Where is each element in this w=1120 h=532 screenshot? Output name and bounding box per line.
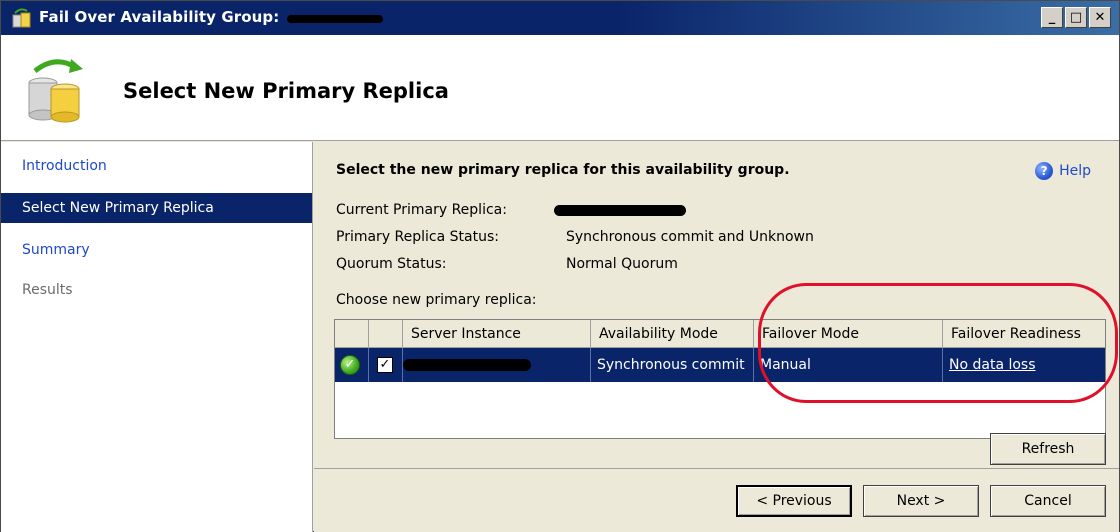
- page-title: Select New Primary Replica: [123, 79, 449, 103]
- maximize-button[interactable]: □: [1065, 7, 1087, 28]
- minimize-button[interactable]: _: [1041, 7, 1063, 28]
- database-failover-icon: [28, 59, 83, 123]
- title-bar[interactable]: Fail Over Availability Group: _ □ ✕: [1, 1, 1119, 35]
- wizard-steps-sidebar: Introduction Select New Primary Replica …: [1, 142, 313, 532]
- choose-replica-label: Choose new primary replica:: [336, 292, 537, 308]
- redacted-group-name: [287, 15, 383, 23]
- current-primary-replica-label: Current Primary Replica:: [336, 202, 507, 218]
- help-icon: ?: [1035, 162, 1054, 180]
- next-button-label: Next >: [896, 493, 946, 509]
- next-button[interactable]: Next >: [863, 485, 979, 517]
- refresh-button-label: Refresh: [1021, 441, 1075, 457]
- availability-mode-cell: Synchronous commit: [591, 348, 754, 382]
- table-row[interactable]: ✓ ✓ Synchronous commit Manual No data lo…: [335, 348, 1105, 382]
- sidebar-item-results: Results: [22, 282, 73, 298]
- help-label: Help: [1059, 163, 1091, 179]
- primary-replica-status-label: Primary Replica Status:: [336, 229, 499, 245]
- fail-over-dialog: Fail Over Availability Group: _ □ ✕ Sele…: [0, 0, 1120, 532]
- help-link[interactable]: ? Help: [1035, 162, 1091, 180]
- replica-grid[interactable]: Server Instance Availability Mode Failov…: [334, 319, 1106, 439]
- section-heading: Select the new primary replica for this …: [336, 162, 790, 178]
- footer-separator: [314, 468, 1119, 469]
- primary-replica-status-value: Synchronous commit and Unknown: [566, 229, 814, 245]
- quorum-status-label: Quorum Status:: [336, 256, 447, 272]
- sidebar-item-summary[interactable]: Summary: [1, 235, 312, 265]
- column-header-status[interactable]: [335, 320, 369, 348]
- sidebar-item-select-new-primary-replica[interactable]: Select New Primary Replica: [1, 193, 312, 223]
- sidebar-item-introduction[interactable]: Introduction: [1, 151, 312, 181]
- redacted-current-primary-replica: [554, 205, 686, 216]
- availability-group-icon: [12, 8, 31, 28]
- column-header-failover-readiness[interactable]: Failover Readiness: [943, 320, 1105, 348]
- column-header-select[interactable]: [369, 320, 403, 348]
- close-button[interactable]: ✕: [1089, 7, 1111, 28]
- failover-readiness-link[interactable]: No data loss: [943, 348, 1105, 382]
- check-circle-icon: ✓: [340, 355, 360, 375]
- window-title: Fail Over Availability Group:: [39, 8, 280, 26]
- row-status-cell: ✓: [335, 348, 369, 382]
- select-replica-checkbox[interactable]: ✓: [377, 357, 393, 373]
- column-header-failover-mode[interactable]: Failover Mode: [754, 320, 943, 348]
- column-header-availability-mode[interactable]: Availability Mode: [591, 320, 754, 348]
- previous-button-label: < Previous: [756, 493, 832, 509]
- cancel-button-label: Cancel: [1024, 493, 1072, 509]
- refresh-button[interactable]: Refresh: [990, 433, 1106, 465]
- wizard-header: Select New Primary Replica: [1, 35, 1119, 141]
- server-instance-cell: [403, 348, 591, 382]
- column-header-server-instance[interactable]: Server Instance: [403, 320, 591, 348]
- row-select-cell[interactable]: ✓: [369, 348, 403, 382]
- grid-header: Server Instance Availability Mode Failov…: [335, 320, 1105, 348]
- quorum-status-value: Normal Quorum: [566, 256, 678, 272]
- previous-button[interactable]: < Previous: [736, 485, 852, 517]
- window-controls: _ □ ✕: [1041, 7, 1111, 28]
- main-panel: Select the new primary replica for this …: [314, 142, 1119, 532]
- failover-mode-cell: Manual: [754, 348, 943, 382]
- cancel-button[interactable]: Cancel: [990, 485, 1106, 517]
- redacted-server-instance: [403, 359, 531, 371]
